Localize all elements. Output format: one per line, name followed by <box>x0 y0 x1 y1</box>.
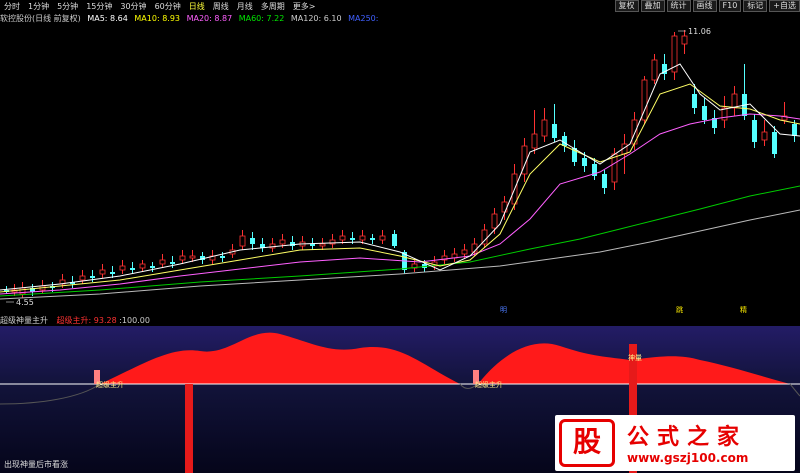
zhusheng-label-2: 超级主升 <box>475 380 503 389</box>
ma10-value: MA10: 8.93 <box>134 14 181 23</box>
candle-body <box>150 266 155 268</box>
candle-body <box>279 239 286 245</box>
indicator-area <box>100 332 460 384</box>
candle-body <box>159 259 166 265</box>
candlesticks <box>4 30 797 298</box>
candle-body <box>582 158 587 166</box>
candle-body <box>359 235 366 241</box>
candle-body <box>310 244 315 246</box>
stock-title: 软控股份(日线 前复权) <box>0 14 81 23</box>
toolbar-right-buttons: 复权 叠加 统计 画线 F10 标记 +自选 <box>613 0 800 12</box>
candle-body <box>350 238 355 240</box>
period-tab[interactable]: 更多> <box>289 0 320 13</box>
stats-button[interactable]: 统计 <box>666 0 691 12</box>
candle-body <box>731 93 738 109</box>
period-tab[interactable]: 30分钟 <box>116 0 150 13</box>
watermark-logo: 股 <box>559 419 615 467</box>
period-tab[interactable]: 5分钟 <box>53 0 82 13</box>
candle-body <box>139 263 146 269</box>
candle-body <box>541 119 548 137</box>
candle-body <box>392 234 397 246</box>
overlay-button[interactable]: 叠加 <box>640 0 665 12</box>
period-tab[interactable]: 周线 <box>209 0 233 13</box>
period-tab[interactable]: 多周期 <box>257 0 289 13</box>
period-tab[interactable]: 分时 <box>0 0 24 13</box>
candle-body <box>90 276 95 278</box>
candle-body <box>531 133 538 149</box>
indicator-value: 超级主升: 93.28 <box>56 316 117 325</box>
candle-body <box>130 268 135 270</box>
candle-body <box>461 249 468 255</box>
add-watchlist-button[interactable]: +自选 <box>769 0 800 12</box>
period-tab[interactable]: 1分钟 <box>24 0 53 13</box>
ma120-value: MA120: 6.10 <box>290 14 342 23</box>
candle-body <box>370 238 375 240</box>
candle-body <box>379 235 386 241</box>
site-watermark: 股 公式之家 www.gszj100.com <box>555 415 795 471</box>
kline-chart[interactable]: 11.06 4.55 明 跳 精 <box>0 24 800 314</box>
candle-body <box>491 213 498 229</box>
period-tab-active[interactable]: 日线 <box>185 0 209 13</box>
marker-ming: 明 <box>500 306 507 314</box>
candle-body <box>792 124 797 136</box>
candle-body <box>179 255 186 261</box>
indicator-value2: :100.00 <box>119 316 150 325</box>
candle-body <box>250 238 255 244</box>
candle-body <box>170 262 175 264</box>
candle-body <box>99 269 106 275</box>
low-price-label: 4.55 <box>16 298 34 307</box>
candle-body <box>110 272 115 274</box>
ma60-value: MA60: 7.22 <box>238 14 285 23</box>
candle-body <box>79 275 86 281</box>
indicator-lower-line <box>789 383 800 397</box>
indicator-title: 超级神量主升 <box>0 316 48 325</box>
indicator-lower-line <box>0 383 101 405</box>
candle-body <box>562 136 567 146</box>
candle-body <box>501 201 508 213</box>
candle-body <box>119 265 126 271</box>
period-tab[interactable]: 月线 <box>233 0 257 13</box>
candle-body <box>752 120 757 142</box>
candle-body <box>552 124 557 138</box>
zhusheng-label-1: 超级主升 <box>96 380 124 389</box>
f10-button[interactable]: F10 <box>718 0 742 12</box>
shenliang-bar <box>185 384 193 473</box>
ma-legend: 软控股份(日线 前复权) MA5: 8.64 MA10: 8.93 MA20: … <box>0 13 800 24</box>
marker-tiao: 跳 <box>676 305 683 314</box>
candle-body <box>319 243 326 247</box>
candle-body <box>239 235 246 247</box>
ma120-line <box>0 209 800 300</box>
candle-body <box>772 132 777 154</box>
candle-body <box>339 235 346 241</box>
candle-body <box>602 174 607 188</box>
period-toolbar: 分时 1分钟 5分钟 15分钟 30分钟 60分钟 日线 周线 月线 多周期 更… <box>0 0 800 13</box>
ma5-value: MA5: 8.64 <box>87 14 128 23</box>
candle-body <box>681 35 688 45</box>
ma20-value: MA20: 8.87 <box>186 14 233 23</box>
marker-jing: 精 <box>740 305 747 314</box>
candle-body <box>651 59 658 81</box>
indicator-header: 超级神量主升 超级主升: 93.28 :100.00 <box>0 315 800 326</box>
watermark-url: www.gszj100.com <box>627 451 749 465</box>
fuquan-button[interactable]: 复权 <box>614 0 639 12</box>
candle-body <box>761 131 768 141</box>
candle-body <box>220 256 225 258</box>
period-tab[interactable]: 60分钟 <box>151 0 185 13</box>
bottom-note: 出现神量后市看涨 <box>4 460 68 469</box>
ma250-value: MA250: <box>348 14 379 23</box>
candle-body <box>702 106 707 120</box>
period-tab[interactable]: 15分钟 <box>82 0 116 13</box>
candle-body <box>189 255 196 259</box>
high-price-label: 11.06 <box>688 27 711 36</box>
candle-body <box>692 94 697 108</box>
draw-line-button[interactable]: 画线 <box>692 0 717 12</box>
watermark-title: 公式之家 <box>627 425 748 450</box>
shenliang-label: 神量 <box>628 353 642 362</box>
mark-button[interactable]: 标记 <box>743 0 768 12</box>
